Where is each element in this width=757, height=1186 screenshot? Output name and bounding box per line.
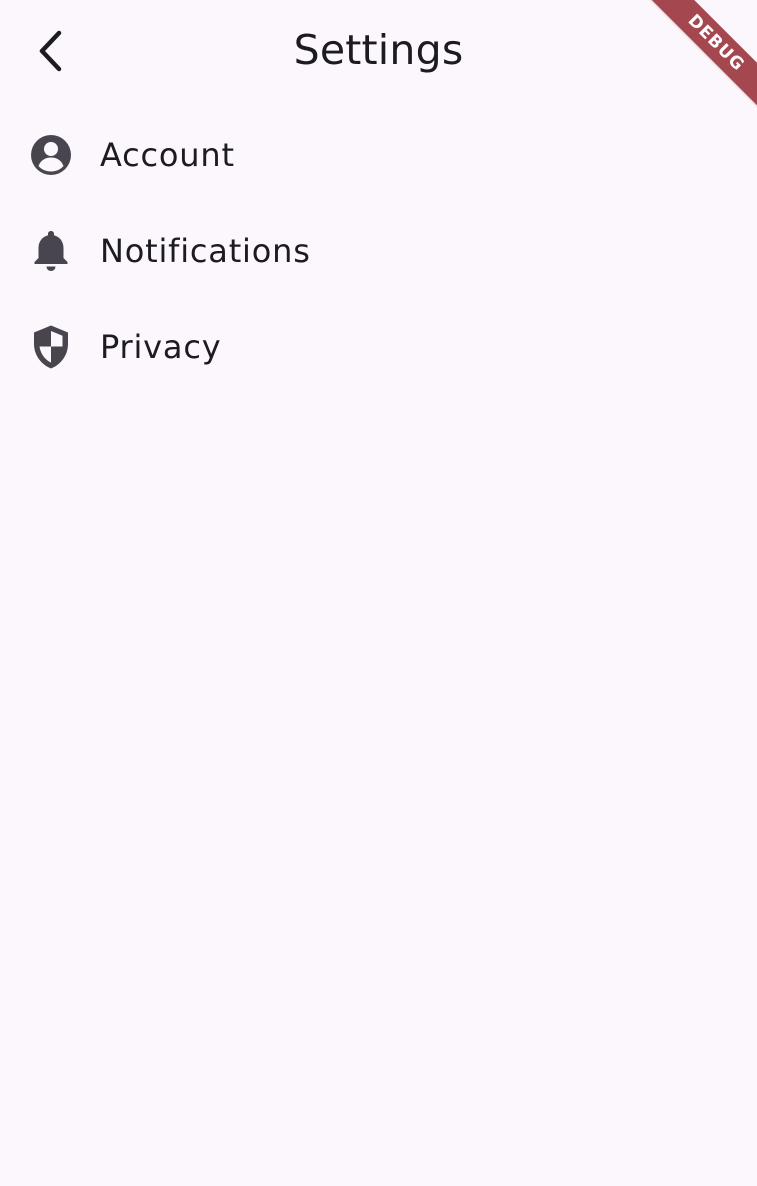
account-circle-icon	[28, 132, 74, 178]
bell-icon	[28, 228, 74, 274]
shield-icon	[28, 324, 74, 370]
page-title: Settings	[293, 26, 464, 74]
settings-item-label: Account	[100, 136, 235, 174]
settings-item-label: Privacy	[100, 328, 222, 366]
settings-item-privacy[interactable]: Privacy	[0, 300, 757, 396]
settings-list: Account Notifications Privacy	[0, 108, 757, 396]
app-bar: Settings	[0, 0, 757, 104]
settings-item-account[interactable]: Account	[0, 108, 757, 204]
settings-item-label: Notifications	[100, 232, 311, 270]
settings-item-notifications[interactable]: Notifications	[0, 204, 757, 300]
